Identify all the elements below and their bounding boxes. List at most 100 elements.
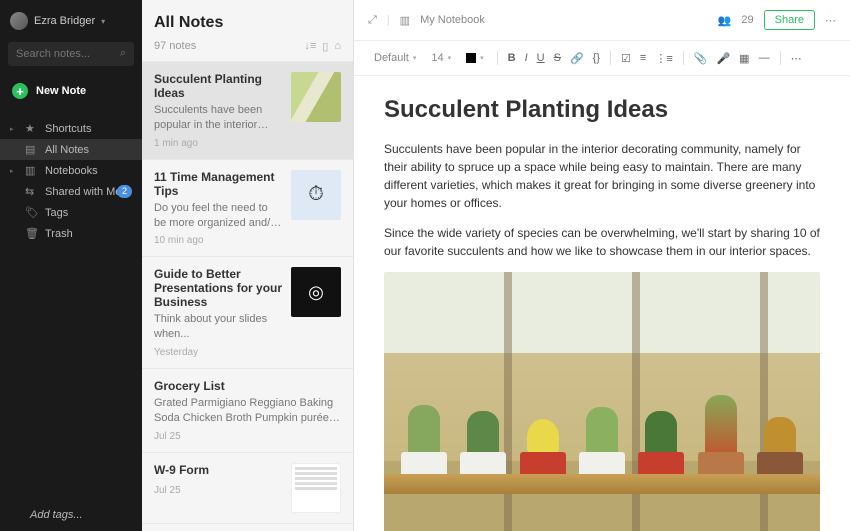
note-time: Jul 25	[154, 431, 341, 442]
nav-label: Trash	[45, 228, 73, 240]
table-icon[interactable]: ▦	[736, 50, 752, 67]
bold-icon[interactable]: B	[505, 50, 519, 66]
editor-toolbar: Default▾ 14▾ ▾ B I U S 🔗 {} ☑ ≡ ⋮≡ 📎 🎤 ▦…	[354, 41, 850, 76]
nav-label: Notebooks	[45, 165, 98, 177]
shared-icon: ⇆	[25, 185, 37, 198]
filter-icon[interactable]: ⌂	[334, 40, 341, 53]
numbered-list-icon[interactable]: ⋮≡	[652, 50, 675, 67]
chevron-down-icon: ▾	[101, 17, 105, 26]
user-menu[interactable]: Ezra Bridger ▾	[0, 0, 142, 42]
note-icon: ▤	[25, 143, 37, 156]
underline-icon[interactable]: U	[534, 50, 548, 66]
divider-icon[interactable]: —	[756, 50, 773, 66]
notebook-icon: ▥	[25, 164, 37, 177]
notes-list: Succulent Planting Ideas Succulents have…	[142, 62, 353, 531]
note-preview: Succulents have been popular in the inte…	[154, 103, 283, 133]
expand-icon[interactable]: ⤢	[368, 14, 377, 27]
avatar	[10, 12, 28, 30]
sidebar: Ezra Bridger ▾ ⌕ + New Note ▸ ★ Shortcut…	[0, 0, 142, 531]
chevron-down-icon: ▾	[413, 54, 417, 62]
bullet-list-icon[interactable]: ≡	[637, 50, 649, 66]
note-preview: Do you feel the need to be more organize…	[154, 201, 283, 231]
note-time: 1 min ago	[154, 138, 283, 149]
link-icon[interactable]: 🔗	[567, 50, 587, 67]
notebook-icon: ▥	[400, 14, 410, 27]
note-time: 10 min ago	[154, 235, 283, 246]
star-icon: ★	[25, 122, 37, 135]
nav-label: All Notes	[45, 144, 89, 156]
nav-shared[interactable]: ⇆ Shared with Me 2	[0, 181, 142, 202]
search-input[interactable]	[8, 42, 134, 66]
note-time: Yesterday	[154, 347, 283, 358]
notes-title: All Notes	[142, 0, 353, 40]
italic-icon[interactable]: I	[522, 50, 531, 66]
trash-icon: 🗑	[25, 227, 37, 240]
note-item[interactable]: Succulent Planting Ideas Succulents have…	[142, 62, 353, 160]
notebook-name[interactable]: My Notebook	[420, 14, 485, 26]
notes-count: 97 notes	[154, 40, 196, 53]
note-item[interactable]: Grocery List Grated Parmigiano Reggiano …	[142, 369, 353, 453]
audio-icon[interactable]: 🎤	[713, 50, 733, 67]
nav-label: Tags	[45, 207, 68, 219]
note-item[interactable]: Guide to Better Presentations for your B…	[142, 257, 353, 369]
more-format-icon[interactable]: ⋯	[788, 50, 805, 67]
search-icon[interactable]: ⌕	[120, 47, 126, 60]
people-icon: 👥	[718, 14, 732, 27]
note-preview: Grated Parmigiano Reggiano Baking Soda C…	[154, 396, 341, 426]
user-name: Ezra Bridger	[34, 15, 95, 27]
hero-image	[384, 272, 820, 531]
color-swatch	[466, 53, 476, 63]
more-icon[interactable]: ⋯	[825, 14, 836, 27]
search-container: ⌕	[8, 42, 134, 66]
note-title: Guide to Better Presentations for your B…	[154, 267, 283, 309]
note-thumbnail	[291, 72, 341, 122]
note-title: 11 Time Management Tips	[154, 170, 283, 198]
font-dropdown[interactable]: Default▾	[368, 49, 422, 67]
note-title: W-9 Form	[154, 463, 283, 477]
note-preview: Think about your slides when...	[154, 312, 283, 342]
editor-panel: ⤢ | ▥ My Notebook 👥 29 Share ⋯ Default▾ …	[354, 0, 850, 531]
nav-trash[interactable]: 🗑 Trash	[0, 223, 142, 244]
plus-icon: +	[12, 83, 28, 99]
note-title: Succulent Planting Ideas	[154, 72, 283, 100]
note-thumbnail: ⏱	[291, 170, 341, 220]
view-icon[interactable]: ▯	[322, 40, 328, 53]
shared-badge: 2	[117, 185, 132, 198]
chevron-down-icon: ▾	[480, 54, 484, 62]
new-note-label: New Note	[36, 85, 86, 97]
new-note-button[interactable]: + New Note	[8, 78, 134, 104]
document-title[interactable]: Succulent Planting Ideas	[384, 96, 820, 124]
nav: ▸ ★ Shortcuts ▤ All Notes ▸ ▥ Notebooks …	[0, 118, 142, 244]
paragraph[interactable]: Succulents have been popular in the inte…	[384, 140, 820, 212]
tag-icon: 🏷	[25, 206, 37, 219]
nav-all-notes[interactable]: ▤ All Notes	[0, 139, 142, 160]
fontsize-dropdown[interactable]: 14▾	[425, 49, 457, 67]
notes-subheader: 97 notes ↓≡ ▯ ⌂	[142, 40, 353, 62]
nav-label: Shared with Me	[45, 186, 121, 198]
caret-icon: ▸	[10, 125, 17, 133]
editor-body[interactable]: Succulent Planting Ideas Succulents have…	[354, 76, 850, 531]
share-count: 29	[741, 14, 753, 26]
note-thumbnail: ◎	[291, 267, 341, 317]
strike-icon[interactable]: S	[551, 50, 564, 66]
code-icon[interactable]: {}	[590, 50, 603, 66]
note-time: Jul 25	[154, 485, 283, 496]
note-title: Grocery List	[154, 379, 341, 393]
chevron-down-icon: ▾	[448, 54, 452, 62]
checklist-icon[interactable]: ☑	[618, 50, 634, 67]
nav-label: Shortcuts	[45, 123, 91, 135]
tags-input[interactable]: Add tags...	[0, 499, 850, 531]
notes-panel: All Notes 97 notes ↓≡ ▯ ⌂ Succulent Plan…	[142, 0, 354, 531]
share-button[interactable]: Share	[764, 10, 815, 30]
paragraph[interactable]: Since the wide variety of species can be…	[384, 224, 820, 260]
sort-icon[interactable]: ↓≡	[304, 40, 316, 53]
note-item[interactable]: 11 Time Management Tips Do you feel the …	[142, 160, 353, 258]
nav-shortcuts[interactable]: ▸ ★ Shortcuts	[0, 118, 142, 139]
color-dropdown[interactable]: ▾	[460, 50, 490, 66]
editor-header: ⤢ | ▥ My Notebook 👥 29 Share ⋯	[354, 0, 850, 41]
nav-notebooks[interactable]: ▸ ▥ Notebooks	[0, 160, 142, 181]
caret-icon: ▸	[10, 167, 17, 175]
attach-icon[interactable]: 📎	[691, 50, 711, 67]
notes-controls: ↓≡ ▯ ⌂	[304, 40, 341, 53]
nav-tags[interactable]: 🏷 Tags	[0, 202, 142, 223]
